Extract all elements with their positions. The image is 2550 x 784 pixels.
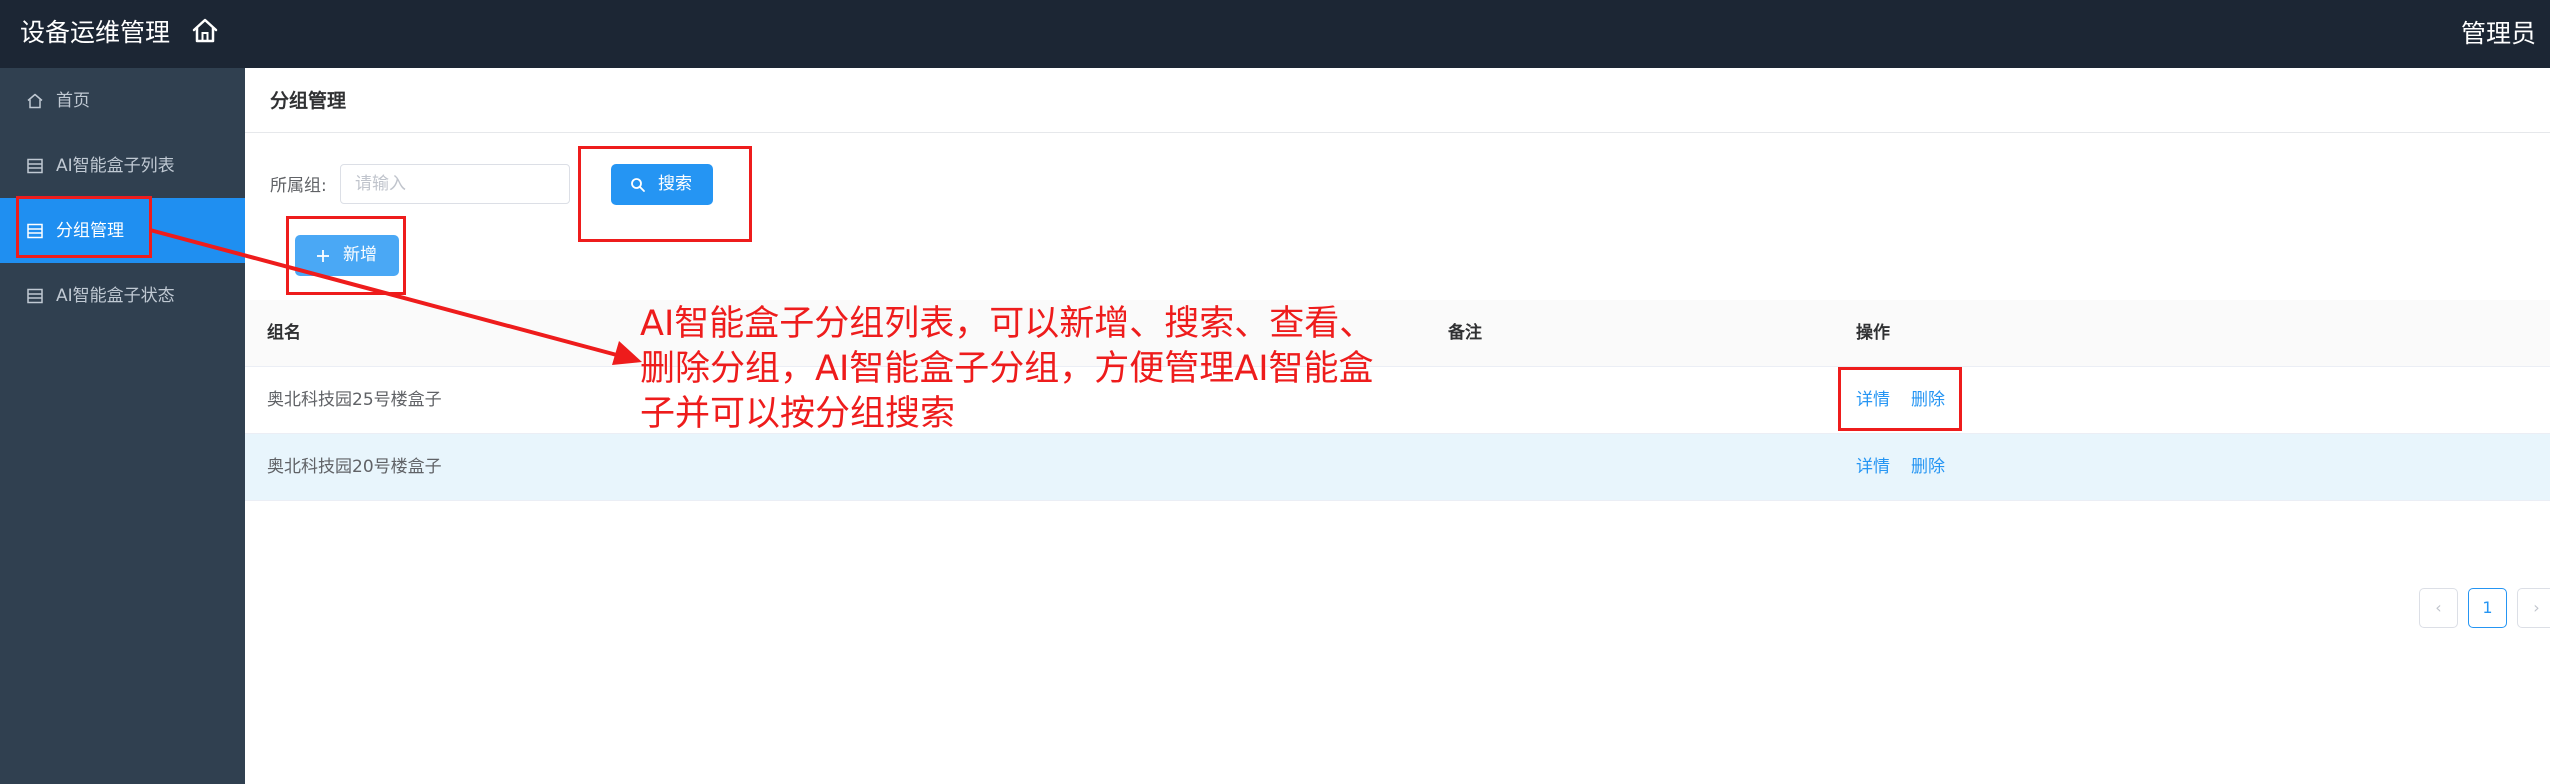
group-name-cell: 奥北科技园20号楼盒子 [267, 457, 442, 477]
detail-link[interactable]: 详情 [1856, 455, 1890, 479]
table-row: 奥北科技园20号楼盒子 详情 删除 [245, 434, 2550, 501]
column-header-name: 组名 [267, 323, 301, 343]
top-bar: 设备运维管理 管理员 [0, 0, 2550, 68]
group-filter-label: 所属组: [270, 176, 327, 196]
sidebar-item-label: 首页 [56, 91, 90, 111]
annotation-box-sidebar [16, 196, 152, 258]
sidebar-item-label: AI智能盒子状态 [56, 286, 175, 306]
table-icon [27, 288, 43, 304]
table-icon [27, 158, 43, 174]
annotation-box-add [286, 216, 406, 295]
sidebar-item-label: AI智能盒子列表 [56, 156, 175, 176]
next-page-button[interactable]: › [2517, 588, 2550, 628]
delete-link[interactable]: 删除 [1911, 455, 1945, 479]
sidebar-item-ai-box-status[interactable]: AI智能盒子状态 [0, 263, 245, 328]
page-number-button[interactable]: 1 [2468, 588, 2507, 628]
group-filter-input[interactable] [340, 164, 570, 204]
sidebar-item-home[interactable]: 首页 [0, 68, 245, 133]
sidebar: 首页 AI智能盒子列表 分组管理 AI智能盒子状态 [0, 68, 245, 784]
annotation-text: AI智能盒子分组列表，可以新增、搜索、查看、删除分组，AI智能盒子分组，方便管理… [640, 304, 1375, 434]
column-header-actions: 操作 [1856, 323, 1890, 343]
home-icon [27, 93, 43, 109]
prev-page-button[interactable]: ‹ [2419, 588, 2458, 628]
annotation-box-actions [1838, 367, 1962, 431]
annotation-box-search [578, 146, 752, 242]
column-header-remark: 备注 [1448, 323, 1482, 343]
sidebar-item-ai-box-list[interactable]: AI智能盒子列表 [0, 133, 245, 198]
home-icon[interactable] [190, 16, 220, 46]
group-name-cell: 奥北科技园25号楼盒子 [267, 390, 442, 410]
page-header: 分组管理 [245, 68, 2550, 133]
user-name[interactable]: 管理员 [2461, 17, 2536, 51]
app-title: 设备运维管理 [20, 18, 171, 47]
page-title: 分组管理 [270, 90, 347, 112]
